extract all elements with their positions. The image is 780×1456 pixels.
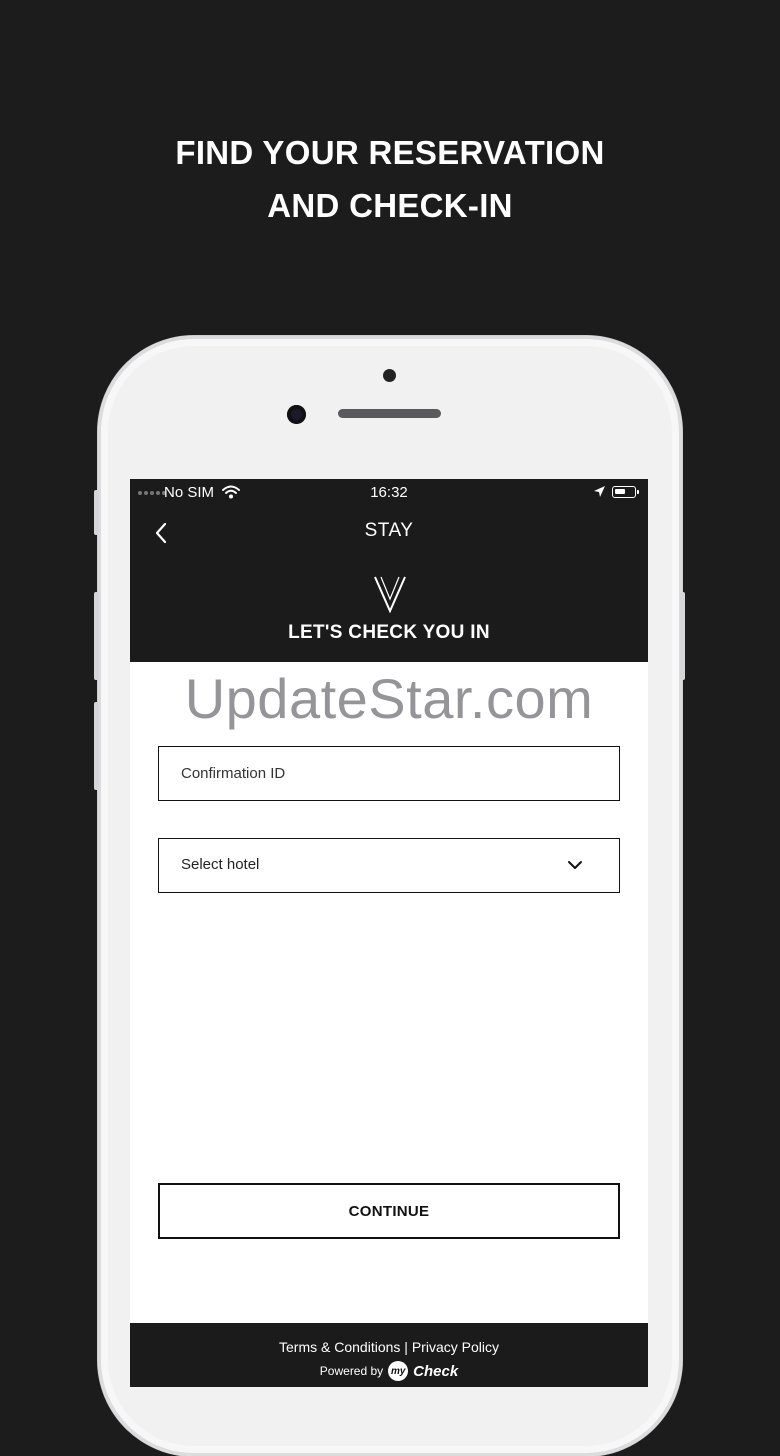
powered-by-label: Powered by <box>319 1364 384 1378</box>
hotel-select[interactable]: Select hotel <box>158 838 620 893</box>
footer-link-separator: | <box>400 1339 412 1355</box>
location-arrow-icon <box>594 486 605 497</box>
header-subtitle: LET'S CHECK YOU IN <box>288 622 490 643</box>
powered-by: Powered by my Check <box>130 1361 648 1381</box>
watermark-text: UpdateStar.com <box>184 667 594 730</box>
status-time: 16:32 <box>370 484 408 501</box>
proximity-sensor <box>383 369 396 382</box>
phone-power-button <box>680 592 685 680</box>
promo-headline-line1: FIND YOUR RESERVATION <box>175 134 605 171</box>
promo-headline-line2: AND CHECK-IN <box>267 187 513 224</box>
continue-button[interactable]: CONTINUE <box>158 1183 620 1239</box>
terms-link[interactable]: Terms & Conditions <box>279 1339 400 1355</box>
mycheck-logo-icon: my <box>388 1361 409 1381</box>
phone-volume-up-button <box>94 592 99 680</box>
mycheck-brand-name: Check <box>413 1362 459 1380</box>
confirmation-id-field[interactable] <box>158 746 620 801</box>
app-header: No SIM 16:32 STAY LET'S CHECK YOU IN <box>130 479 648 662</box>
footer-links: Terms & Conditions | Privacy Policy <box>130 1339 648 1355</box>
confirmation-id-input[interactable] <box>159 747 619 800</box>
promo-headline: FIND YOUR RESERVATION AND CHECK-IN <box>0 126 780 232</box>
earpiece-speaker <box>338 409 441 418</box>
app-footer: Terms & Conditions | Privacy Policy Powe… <box>130 1323 648 1387</box>
battery-icon <box>612 486 639 498</box>
status-bar: No SIM 16:32 <box>130 482 648 504</box>
brand-logo-icon <box>374 576 406 613</box>
phone-mute-switch <box>94 490 99 535</box>
chevron-down-icon <box>568 861 582 869</box>
nav-title: STAY <box>364 520 414 541</box>
front-camera <box>287 405 306 424</box>
phone-volume-down-button <box>94 702 99 790</box>
phone-screen: No SIM 16:32 STAY LET'S CHECK YOU IN Upd… <box>130 479 648 1387</box>
privacy-link[interactable]: Privacy Policy <box>412 1339 499 1355</box>
hotel-select-label: Select hotel <box>181 856 260 873</box>
